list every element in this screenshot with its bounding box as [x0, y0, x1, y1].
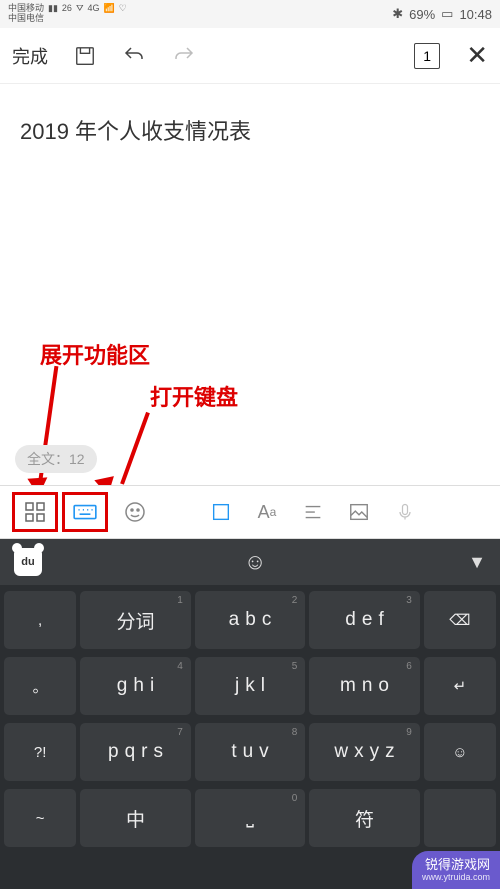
- status-right: ✱ 69% ▭ 10:48: [392, 6, 492, 22]
- key-num-7: 7: [177, 727, 183, 738]
- signal-icon: ▮▮: [48, 4, 58, 14]
- key-enter[interactable]: ↵: [424, 657, 496, 715]
- assistant-icon[interactable]: [112, 492, 158, 532]
- select-icon[interactable]: [198, 492, 244, 532]
- key-mno[interactable]: 6mno: [309, 657, 420, 715]
- emoji-icon[interactable]: ☺: [244, 549, 266, 575]
- key-punct[interactable]: ?!: [4, 723, 76, 781]
- key-num-4: 4: [177, 661, 183, 672]
- key-extra[interactable]: [424, 789, 496, 847]
- image-icon[interactable]: [336, 492, 382, 532]
- key-period[interactable]: 。: [4, 657, 76, 715]
- space-icon: ⎵: [246, 807, 254, 829]
- watermark-url: www.ytruida.com: [422, 872, 490, 883]
- status-bar: 中国移动▮▮26⛛4G📶♡ 中国电信 ✱ 69% ▭ 10:48: [0, 0, 500, 28]
- redo-icon[interactable]: [172, 44, 196, 68]
- wifi-icon: 📶: [104, 4, 115, 14]
- undo-icon[interactable]: [122, 44, 146, 68]
- clock: 10:48: [459, 7, 492, 22]
- document-title: 2019 年个人收支情况表: [20, 114, 480, 146]
- key-num-6: 6: [406, 661, 412, 672]
- key-tuv[interactable]: 8tuv: [195, 723, 306, 781]
- key-ghi[interactable]: 4ghi: [80, 657, 191, 715]
- key-fenci[interactable]: 1 分词: [80, 591, 191, 649]
- key-num-9: 9: [406, 727, 412, 738]
- key-abc[interactable]: 2abc: [195, 591, 306, 649]
- key-def[interactable]: 3def: [309, 591, 420, 649]
- key-num-8: 8: [292, 727, 298, 738]
- key-jkl[interactable]: 5jkl: [195, 657, 306, 715]
- key-wxyz[interactable]: 9wxyz: [309, 723, 420, 781]
- arrow-2-line: [120, 412, 150, 485]
- key-label: 分词: [116, 607, 154, 634]
- font-icon[interactable]: Aa: [244, 492, 290, 532]
- net-4g: 4G: [88, 4, 100, 14]
- bottom-toolbar: Aa: [0, 485, 500, 539]
- keyboard: , 1分词 2abc 3def ⌫ 。 4ghi 5jkl 6mno ↵ ?! …: [0, 585, 500, 889]
- ime-bar: du ☺ ▼: [0, 539, 500, 585]
- key-comma[interactable]: ,: [4, 591, 76, 649]
- carrier-2: 中国电信: [8, 14, 44, 24]
- top-toolbar: 完成 1 ✕: [0, 28, 500, 84]
- status-carriers: 中国移动▮▮26⛛4G📶♡ 中国电信: [8, 4, 127, 24]
- mic-icon[interactable]: [382, 492, 428, 532]
- battery-percent: 69%: [409, 7, 435, 22]
- key-tilde[interactable]: ~: [4, 789, 76, 847]
- document-content[interactable]: 2019 年个人收支情况表: [0, 84, 500, 176]
- net-badge: 26: [62, 4, 72, 14]
- key-lang[interactable]: 中: [80, 789, 191, 847]
- baidu-ime-icon[interactable]: du: [14, 548, 42, 576]
- key-emoji[interactable]: ☺: [424, 723, 496, 781]
- key-num-2: 2: [292, 595, 298, 606]
- key-pqrs[interactable]: 7pqrs: [80, 723, 191, 781]
- key-space[interactable]: 0⎵: [195, 789, 306, 847]
- hide-keyboard-icon[interactable]: ▼: [468, 552, 486, 573]
- signal-icon-2: ⛛: [76, 4, 84, 14]
- heart-icon: ♡: [119, 4, 127, 14]
- done-button[interactable]: 完成: [12, 43, 48, 69]
- word-count-chip[interactable]: 全文：12: [15, 445, 97, 473]
- key-num-0: 0: [292, 793, 298, 804]
- watermark-name: 锐得游戏网: [425, 857, 490, 873]
- watermark: 锐得游戏网 www.ytruida.com: [412, 851, 500, 889]
- align-icon[interactable]: [290, 492, 336, 532]
- key-symbol[interactable]: 符: [309, 789, 420, 847]
- save-icon[interactable]: [74, 45, 96, 67]
- open-keyboard-icon[interactable]: [62, 492, 108, 532]
- bluetooth-icon: ✱: [392, 6, 403, 22]
- key-backspace[interactable]: ⌫: [424, 591, 496, 649]
- battery-icon: ▭: [441, 6, 453, 22]
- expand-ribbon-icon[interactable]: [12, 492, 58, 532]
- annotation-keyboard: 打开键盘: [150, 380, 238, 412]
- key-num-3: 3: [406, 595, 412, 606]
- key-num-1: 1: [177, 595, 183, 606]
- key-num-5: 5: [292, 661, 298, 672]
- close-icon[interactable]: ✕: [466, 40, 488, 71]
- page-count[interactable]: 1: [414, 43, 440, 69]
